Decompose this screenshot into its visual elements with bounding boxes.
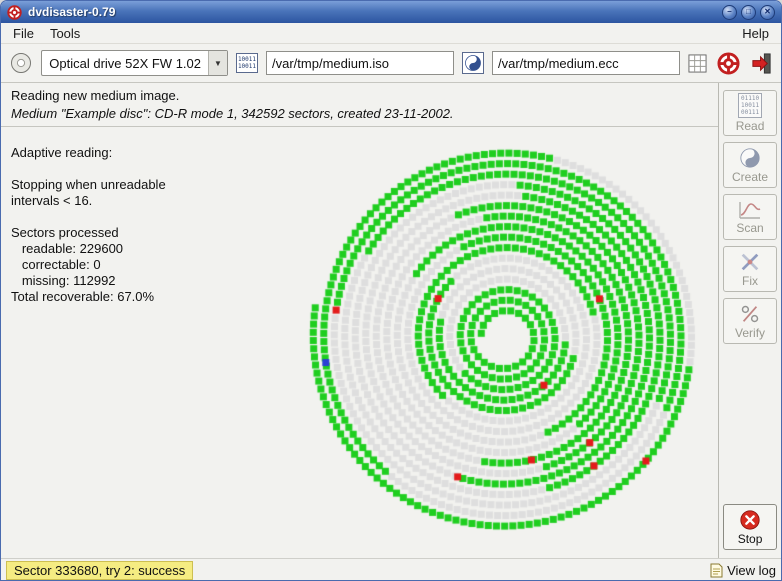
lifebuoy-icon <box>717 52 740 75</box>
create-button[interactable]: Create <box>723 142 777 188</box>
left-pane: Reading new medium image. Medium "Exampl… <box>1 83 719 558</box>
visualization-area: Adaptive reading: Stopping when unreadab… <box>1 127 718 558</box>
create-button-label: Create <box>732 170 768 184</box>
maximize-icon: □ <box>746 8 751 16</box>
info-line <box>11 161 166 177</box>
window-controls: – □ ✕ <box>722 5 775 20</box>
stop-icon <box>739 509 761 531</box>
view-log-button[interactable]: View log <box>710 563 776 578</box>
view-log-label: View log <box>727 563 776 578</box>
app-logo-icon[interactable] <box>7 5 22 20</box>
close-button[interactable]: ✕ <box>760 5 775 20</box>
scan-button[interactable]: Scan <box>723 194 777 240</box>
help-button[interactable] <box>717 52 740 75</box>
menu-file[interactable]: File <box>5 24 42 43</box>
info-line: Total recoverable: 67.0% <box>11 289 166 305</box>
minimize-icon: – <box>727 8 731 16</box>
chevron-down-icon: ▼ <box>208 51 227 75</box>
info-line: intervals < 16. <box>11 193 166 209</box>
log-icon <box>710 563 723 578</box>
info-line: Stopping when unreadable <box>11 177 166 193</box>
quit-icon <box>750 52 773 75</box>
create-icon <box>739 147 761 169</box>
preferences-icon <box>688 54 707 73</box>
iso-file-icon: 10011 10011 <box>236 53 258 73</box>
minimize-button[interactable]: – <box>722 5 737 20</box>
reading-info: Adaptive reading: Stopping when unreadab… <box>11 145 166 305</box>
titlebar: dvdisaster-0.79 – □ ✕ <box>1 1 781 23</box>
info-line: Sectors processed <box>11 225 166 241</box>
iso-path-input[interactable] <box>266 51 454 75</box>
info-line: correctable: 0 <box>11 257 166 273</box>
stop-button[interactable]: Stop <box>723 504 777 550</box>
scan-button-label: Scan <box>736 221 763 235</box>
preferences-button[interactable] <box>688 54 707 73</box>
info-line: missing: 112992 <box>11 273 166 289</box>
drive-dropdown[interactable]: Optical drive 52X FW 1.02 ▼ <box>41 50 228 76</box>
statusbar: Sector 333680, try 2: success View log <box>1 558 781 581</box>
drive-dropdown-value: Optical drive 52X FW 1.02 <box>49 56 201 71</box>
verify-button-label: Verify <box>735 326 765 340</box>
action-sidebar: 01110 10011 00111 Read Create <box>719 83 781 558</box>
fix-icon <box>739 251 761 273</box>
operation-status: Reading new medium image. Medium "Exampl… <box>1 83 718 127</box>
disc-drive-icon <box>9 51 33 75</box>
ecc-path-input[interactable] <box>492 51 680 75</box>
close-icon: ✕ <box>764 8 771 16</box>
quit-button[interactable] <box>750 52 773 75</box>
app-window: dvdisaster-0.79 – □ ✕ File Tools Help Op… <box>0 0 782 581</box>
maximize-button[interactable]: □ <box>741 5 756 20</box>
verify-button[interactable]: Verify <box>723 298 777 344</box>
fix-button[interactable]: Fix <box>723 246 777 292</box>
status-line-2: Medium "Example disc": CD-R mode 1, 3425… <box>11 106 708 121</box>
ecc-file-icon <box>462 52 484 74</box>
status-line-1: Reading new medium image. <box>11 88 708 103</box>
read-button[interactable]: 01110 10011 00111 Read <box>723 90 777 136</box>
info-line: Adaptive reading: <box>11 145 166 161</box>
status-message: Sector 333680, try 2: success <box>6 561 193 580</box>
iso-file-button[interactable]: 10011 10011 <box>236 53 258 73</box>
scan-icon <box>738 200 762 220</box>
main-area: Reading new medium image. Medium "Exampl… <box>1 83 781 558</box>
menu-tools[interactable]: Tools <box>42 24 88 43</box>
toolbar-right <box>688 52 773 75</box>
stop-button-label: Stop <box>738 532 763 546</box>
ecc-file-button[interactable] <box>462 52 484 74</box>
menu-help[interactable]: Help <box>734 24 777 43</box>
verify-icon <box>739 303 761 325</box>
info-line: readable: 229600 <box>11 241 166 257</box>
read-icon: 01110 10011 00111 <box>738 93 762 118</box>
fix-button-label: Fix <box>742 274 758 288</box>
toolbar: Optical drive 52X FW 1.02 ▼ 10011 10011 <box>1 44 781 83</box>
drive-select-button[interactable] <box>9 49 33 77</box>
info-line <box>11 209 166 225</box>
menubar: File Tools Help <box>1 23 781 44</box>
window-title: dvdisaster-0.79 <box>28 5 115 19</box>
read-button-label: Read <box>736 119 765 133</box>
